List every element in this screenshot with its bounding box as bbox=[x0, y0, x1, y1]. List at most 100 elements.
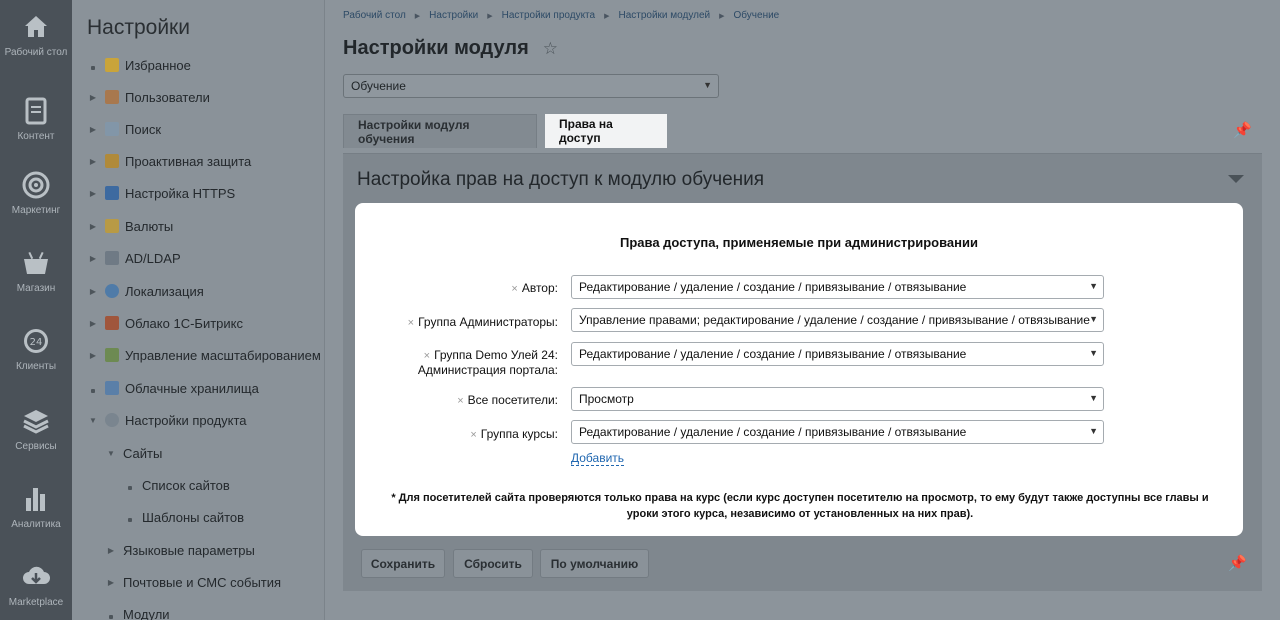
pin-icon[interactable]: 📌 bbox=[1228, 554, 1247, 572]
chevron-right-icon: ▶ bbox=[487, 12, 493, 20]
collapse-icon[interactable] bbox=[1228, 175, 1244, 183]
reset-button[interactable]: Сбросить bbox=[453, 549, 533, 578]
settings-menu: Настройки Избранное ▶ Пользователи ▶ Поиск… bbox=[72, 0, 325, 620]
menu-item-language-params[interactable]: ▶ Языковые параметры bbox=[106, 541, 255, 559]
chevron-down-icon[interactable]: ▼ bbox=[88, 416, 98, 425]
menu-item-users[interactable]: ▶ Пользователи bbox=[88, 88, 210, 106]
rail-item-desktop[interactable]: Рабочий стол bbox=[0, 12, 72, 58]
svg-text:24: 24 bbox=[30, 337, 43, 348]
chevron-right-icon[interactable]: ▶ bbox=[106, 546, 116, 555]
remove-icon[interactable]: × bbox=[511, 283, 517, 295]
remove-icon[interactable]: × bbox=[470, 429, 476, 441]
clock-24-icon: 24 bbox=[21, 326, 51, 356]
save-button[interactable]: Сохранить bbox=[361, 549, 445, 578]
chevron-down-icon: ▼ bbox=[1089, 281, 1098, 291]
module-select[interactable]: Обучение ▼ bbox=[343, 74, 719, 98]
search-icon bbox=[105, 122, 119, 136]
row-label: × Группа Demo Улей 24: Администрация порта… bbox=[417, 348, 558, 377]
menu-item-mail-events[interactable]: ▶ Почтовые и СМС события bbox=[106, 573, 281, 591]
breadcrumb-item[interactable]: Обучение bbox=[734, 10, 780, 21]
menu-item-localization[interactable]: ▶ Локализация bbox=[88, 282, 204, 300]
section-title: Настройка прав на доступ к модулю обучен… bbox=[357, 169, 765, 190]
bullet-icon bbox=[88, 58, 98, 73]
remove-icon[interactable]: × bbox=[457, 395, 463, 407]
access-select[interactable]: Управление правами; редактирование / уда… bbox=[571, 308, 1104, 332]
access-heading: Права доступа, применяемые при администр… bbox=[620, 235, 978, 250]
gear-icon bbox=[105, 413, 119, 427]
menu-title: Настройки bbox=[87, 16, 190, 39]
access-select[interactable]: Просмотр ▼ bbox=[571, 387, 1104, 411]
chevron-right-icon[interactable]: ▶ bbox=[88, 157, 98, 166]
currency-icon bbox=[105, 219, 119, 233]
star-icon bbox=[105, 58, 119, 72]
rail-label: Маркетинг bbox=[11, 205, 61, 216]
target-icon bbox=[21, 170, 51, 200]
bullet-icon bbox=[125, 478, 135, 493]
menu-item-favorites[interactable]: Избранное bbox=[88, 56, 191, 74]
chevron-right-icon[interactable]: ▶ bbox=[88, 222, 98, 231]
menu-item-proactive[interactable]: ▶ Проактивная защита bbox=[88, 152, 251, 170]
access-select[interactable]: Редактирование / удаление / создание / п… bbox=[571, 342, 1104, 366]
page-title: Настройки модуля ☆ bbox=[343, 37, 558, 59]
menu-item-site-list[interactable]: Список сайтов bbox=[125, 476, 230, 494]
breadcrumb-item[interactable]: Настройки продукта bbox=[502, 10, 595, 21]
chevron-right-icon[interactable]: ▶ bbox=[106, 578, 116, 587]
chevron-right-icon: ▶ bbox=[414, 12, 421, 20]
add-link[interactable]: Добавить bbox=[571, 452, 625, 466]
user-icon bbox=[105, 90, 119, 104]
cloud-download-icon bbox=[21, 562, 51, 592]
tab-module-settings[interactable]: Настройки модуля обучения bbox=[343, 114, 537, 148]
chevron-right-icon[interactable]: ▶ bbox=[88, 254, 98, 263]
menu-item-cloud-storage[interactable]: Облачные хранилища bbox=[88, 379, 259, 397]
access-card: Права доступа, применяемые при администр… bbox=[355, 203, 1243, 536]
default-button[interactable]: По умолчанию bbox=[540, 549, 649, 578]
chevron-right-icon: ▶ bbox=[719, 12, 725, 20]
menu-item-https[interactable]: ▶ Настройка HTTPS bbox=[88, 184, 235, 202]
chevron-right-icon[interactable]: ▶ bbox=[88, 351, 98, 360]
menu-item-modules[interactable]: Модули bbox=[106, 605, 170, 620]
chevron-right-icon[interactable]: ▶ bbox=[88, 189, 98, 198]
breadcrumb-item[interactable]: Настройки bbox=[429, 10, 478, 21]
rail-label: Аналитика bbox=[11, 519, 61, 530]
menu-item-cloud[interactable]: ▶ Облако 1С-Битрикс bbox=[88, 314, 243, 332]
chevron-right-icon[interactable]: ▶ bbox=[88, 319, 98, 328]
tab-access-rights[interactable]: Права на доступ bbox=[545, 114, 667, 148]
menu-item-site-templates[interactable]: Шаблоны сайтов bbox=[125, 508, 244, 526]
rail-label: Клиенты bbox=[15, 361, 57, 372]
pin-icon[interactable]: 📌 bbox=[1233, 121, 1252, 139]
breadcrumb-item[interactable]: Рабочий стол bbox=[343, 10, 406, 21]
access-select[interactable]: Редактирование / удаление / создание / п… bbox=[571, 420, 1104, 444]
chevron-right-icon: ▶ bbox=[604, 12, 610, 20]
chevron-down-icon[interactable]: ▼ bbox=[106, 449, 116, 458]
access-section: Настройка прав на доступ к модулю обучен… bbox=[343, 153, 1262, 591]
menu-item-currency[interactable]: ▶ Валюты bbox=[88, 217, 173, 235]
remove-icon[interactable]: × bbox=[424, 350, 430, 362]
menu-item-product-settings[interactable]: ▼ Настройки продукта bbox=[88, 411, 247, 429]
access-select[interactable]: Редактирование / удаление / создание / п… bbox=[571, 275, 1104, 299]
rail-item-clients[interactable]: 24 Клиенты bbox=[0, 326, 72, 372]
favorite-star-icon[interactable]: ☆ bbox=[543, 39, 558, 59]
rail-item-shop[interactable]: Магазин bbox=[0, 248, 72, 294]
scale-icon bbox=[105, 348, 119, 362]
breadcrumb-item[interactable]: Настройки модулей bbox=[618, 10, 710, 21]
chevron-right-icon[interactable]: ▶ bbox=[88, 93, 98, 102]
menu-item-sites[interactable]: ▼ Сайты bbox=[106, 444, 162, 462]
storage-icon bbox=[105, 381, 119, 395]
rail-item-services[interactable]: Сервисы bbox=[0, 406, 72, 452]
chevron-right-icon[interactable]: ▶ bbox=[88, 125, 98, 134]
https-lock-icon bbox=[105, 186, 119, 200]
home-icon bbox=[21, 12, 51, 42]
chevron-right-icon[interactable]: ▶ bbox=[88, 287, 98, 296]
menu-item-search[interactable]: ▶ Поиск bbox=[88, 120, 161, 138]
rail-item-marketing[interactable]: Маркетинг bbox=[0, 170, 72, 216]
basket-icon bbox=[21, 248, 51, 278]
remove-icon[interactable]: × bbox=[408, 317, 414, 329]
menu-item-scaling[interactable]: ▶ Управление масштабированием bbox=[88, 346, 321, 364]
rail-label: Магазин bbox=[16, 283, 56, 294]
rail-item-content[interactable]: Контент bbox=[0, 96, 72, 142]
menu-item-ldap[interactable]: ▶ AD/LDAP bbox=[88, 249, 181, 267]
main-content: Рабочий стол ▶ Настройки ▶ Настройки проду… bbox=[325, 0, 1280, 620]
rail-item-marketplace[interactable]: Marketplace bbox=[0, 562, 72, 608]
chevron-down-icon: ▼ bbox=[1089, 426, 1098, 436]
rail-item-analytics[interactable]: Аналитика bbox=[0, 484, 72, 530]
